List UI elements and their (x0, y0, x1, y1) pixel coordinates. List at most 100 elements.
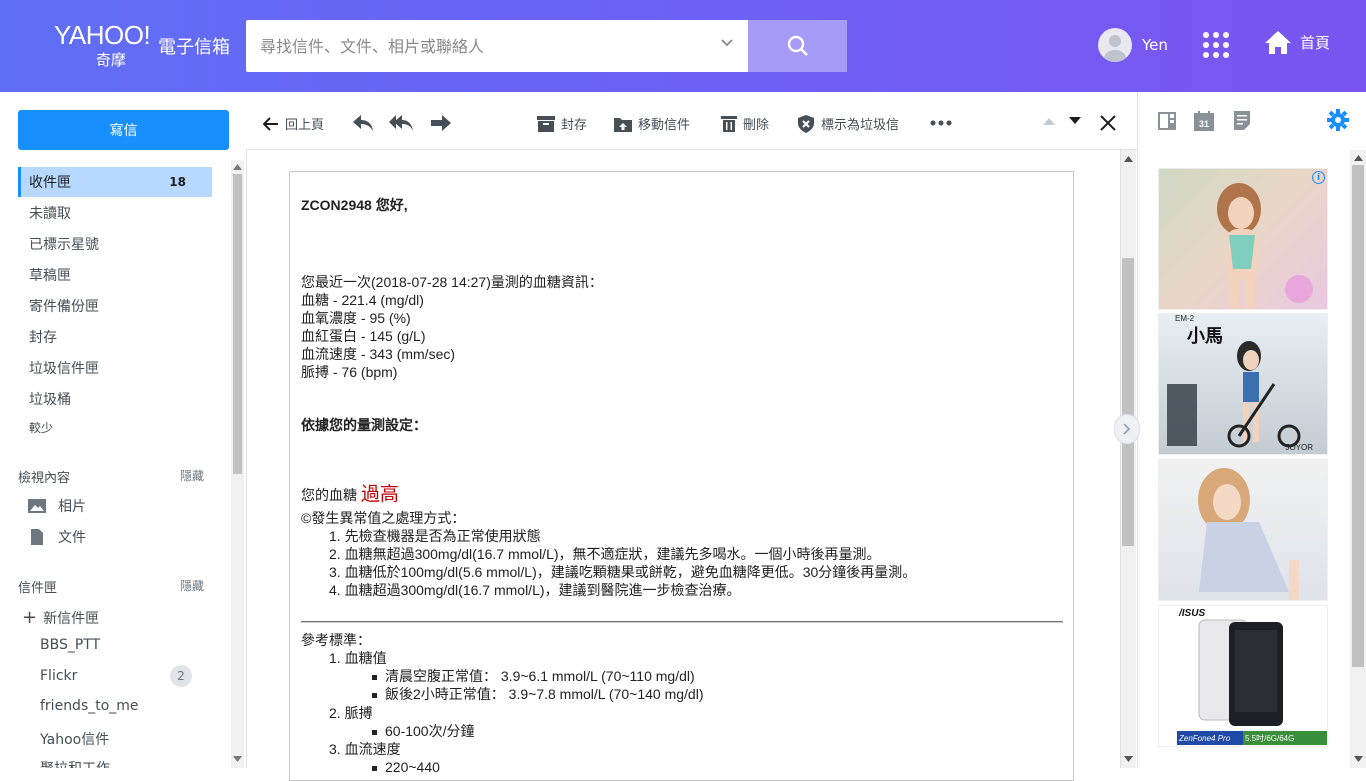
more-icon[interactable] (930, 120, 952, 126)
document-icon (31, 529, 43, 545)
ad-image (1167, 341, 1301, 448)
phone-image (1198, 619, 1283, 726)
result-prefix: 您的血糖 (301, 487, 357, 503)
home-label: 首頁 (1300, 33, 1331, 52)
scroll-up-arrow-icon[interactable] (233, 164, 242, 170)
reading-line: 血氧濃度 - 95 (%) (301, 310, 411, 326)
archive-label: 封存 (561, 118, 588, 133)
folder-sent[interactable]: 寄件備份匣 (18, 291, 212, 321)
compose-button[interactable]: 寫信 (18, 110, 229, 150)
home-icon (1265, 31, 1291, 54)
ad-info-icon[interactable]: i (1312, 171, 1325, 184)
view-documents[interactable]: 文件 (28, 527, 86, 547)
view-section-title: 檢視內容 (18, 471, 71, 486)
next-message-icon[interactable] (1069, 117, 1081, 125)
search-input[interactable] (260, 32, 700, 60)
user-folder-flickr[interactable]: Flickr (40, 668, 77, 684)
message-pane: ZCON2948 您好, 您最近一次(2018-07-28 14:27)量測的血… (246, 150, 1120, 781)
sidebar-scrollbar-thumb[interactable] (233, 174, 242, 474)
search-button[interactable] (748, 20, 847, 72)
scroll-down-arrow-icon[interactable] (1354, 756, 1363, 762)
search-icon (787, 35, 808, 56)
message-toolbar: 回上頁 封存 移動信件 刪除 標示為垃圾信 (246, 92, 1137, 150)
folder-starred[interactable]: 已標示星號 (18, 229, 212, 259)
reading-line: 血流速度 - 343 (mm/sec) (301, 346, 456, 362)
user-folder-bbs[interactable]: BBS_PTT (40, 637, 100, 653)
user-folder-friends[interactable]: friends_to_me (40, 698, 139, 714)
ad-image (1217, 183, 1313, 309)
user-folder-label: Yahoo信件 (40, 732, 110, 748)
reply-all-icon[interactable] (388, 114, 414, 132)
scroll-up-arrow-icon[interactable] (1354, 155, 1363, 161)
ad-banner-3[interactable] (1158, 459, 1328, 601)
scroll-down-arrow-icon[interactable] (1124, 756, 1133, 762)
chevron-down-icon[interactable] (720, 36, 734, 50)
user-folder-work[interactable]: 聚拉和工作 (40, 758, 110, 768)
folder-move-icon (614, 117, 632, 132)
bullet-icon (372, 729, 377, 735)
ad-banner-1[interactable]: i (1158, 168, 1328, 310)
view-documents-label: 文件 (58, 530, 86, 546)
plus-icon: + (22, 607, 38, 628)
view-section-hide[interactable]: 隱藏 (180, 467, 204, 486)
apps-grid-icon[interactable] (1202, 31, 1230, 63)
reference-subitem-text: 清晨空腹正常值： 3.9~6.1 mmol/L (70~110 mg/dl) (385, 668, 695, 684)
layout-icon[interactable] (1158, 112, 1176, 130)
flickr-count-badge: 2 (170, 665, 192, 687)
user-profile[interactable]: Yen (1098, 28, 1168, 62)
ad-model: ZenFone4 Pro (1177, 731, 1243, 745)
reference-subitem-text: 220~440 (385, 759, 440, 775)
bullet-icon (372, 674, 377, 680)
folder-archive[interactable]: 封存 (18, 322, 212, 352)
home-link[interactable]: 首頁 (1264, 28, 1330, 56)
right-panel-scrollbar-thumb[interactable] (1352, 165, 1364, 667)
divider (301, 621, 1063, 623)
folder-label: 寄件備份匣 (29, 299, 99, 315)
message-body: ZCON2948 您好, 您最近一次(2018-07-28 14:27)量測的血… (289, 171, 1074, 781)
ad-banner-2[interactable]: EM-2 小馬 JOYOR (1158, 313, 1328, 455)
view-photos-label: 相片 (58, 499, 86, 515)
forward-icon[interactable] (430, 115, 452, 131)
scroll-down-arrow-icon[interactable] (233, 756, 242, 762)
spam-button[interactable]: 標示為垃圾信 (797, 114, 899, 133)
handling-step: 2. 血糖無超過300mg/dl(16.7 mmol/L)，無不適症狀，建議先多… (329, 546, 881, 562)
delete-button[interactable]: 刪除 (721, 114, 769, 133)
yahoo-mail-logo[interactable]: YAHOO! 奇摩 電子信箱 (54, 20, 230, 69)
folder-unread[interactable]: 未讀取 (18, 198, 212, 228)
gear-icon[interactable] (1327, 109, 1349, 131)
message-scrollbar-thumb[interactable] (1122, 258, 1134, 546)
move-button[interactable]: 移動信件 (614, 114, 690, 133)
ad-title: 小馬 (1187, 326, 1223, 347)
folder-spam[interactable]: 垃圾信件匣 (18, 353, 212, 383)
ad-banner-4[interactable]: /ISUS ZenFone4 Pro 5.5吋/6G/64G (1158, 605, 1328, 747)
previous-message-icon[interactable] (1043, 117, 1055, 125)
reference-title: 參考標準： (301, 632, 371, 648)
scroll-up-arrow-icon[interactable] (1124, 156, 1133, 162)
back-button[interactable]: 回上頁 (263, 114, 324, 133)
close-icon[interactable] (1100, 115, 1116, 131)
shield-icon (798, 114, 814, 133)
panel-toggle-button[interactable] (1114, 414, 1140, 444)
folder-inbox[interactable]: 收件匣 18 (18, 167, 212, 197)
new-folder-button[interactable]: + 新信件匣 (22, 607, 99, 628)
delete-label: 刪除 (743, 118, 770, 133)
view-photos[interactable]: 相片 (28, 496, 86, 516)
chevron-right-icon (1123, 423, 1131, 435)
handling-step: 1. 先檢查機器是否為正常使用狀態 (329, 528, 541, 544)
move-label: 移動信件 (638, 118, 691, 133)
reference-subitem-text: 飯後2小時正常值： 3.9~7.8 mmol/L (70~140 mg/dl) (385, 686, 704, 702)
avatar (1098, 28, 1132, 62)
less-link[interactable]: 較少 (18, 412, 212, 442)
archive-button[interactable]: 封存 (537, 114, 587, 133)
folder-trash[interactable]: 垃圾桶 (18, 384, 212, 414)
folder-drafts[interactable]: 草稿匣 (18, 260, 212, 290)
user-name: Yen (1142, 36, 1168, 54)
handling-title: ©發生異常值之處理方式： (301, 510, 466, 526)
folders-section-hide[interactable]: 隱藏 (180, 577, 204, 596)
reply-icon[interactable] (352, 114, 374, 132)
reference-item: 1. 血糖值 (329, 650, 387, 666)
calendar-icon[interactable]: 31 (1194, 111, 1214, 131)
reference-item: 2. 脈搏 (329, 705, 373, 721)
user-folder-yahoo[interactable]: Yahoo信件 (40, 729, 109, 749)
notepad-icon[interactable] (1234, 111, 1250, 130)
